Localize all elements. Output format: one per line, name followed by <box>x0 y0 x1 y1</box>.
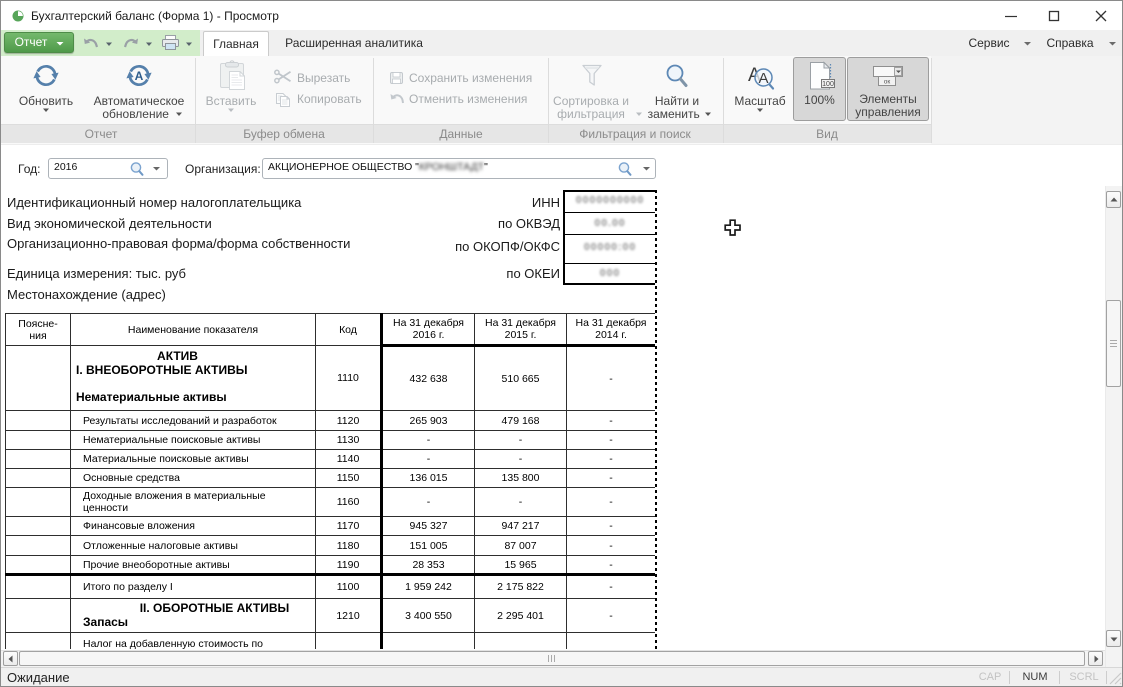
svg-text:A: A <box>135 69 144 83</box>
svg-text:ок: ок <box>884 79 891 86</box>
svg-text:100: 100 <box>822 81 834 88</box>
svg-text:A: A <box>759 70 769 87</box>
